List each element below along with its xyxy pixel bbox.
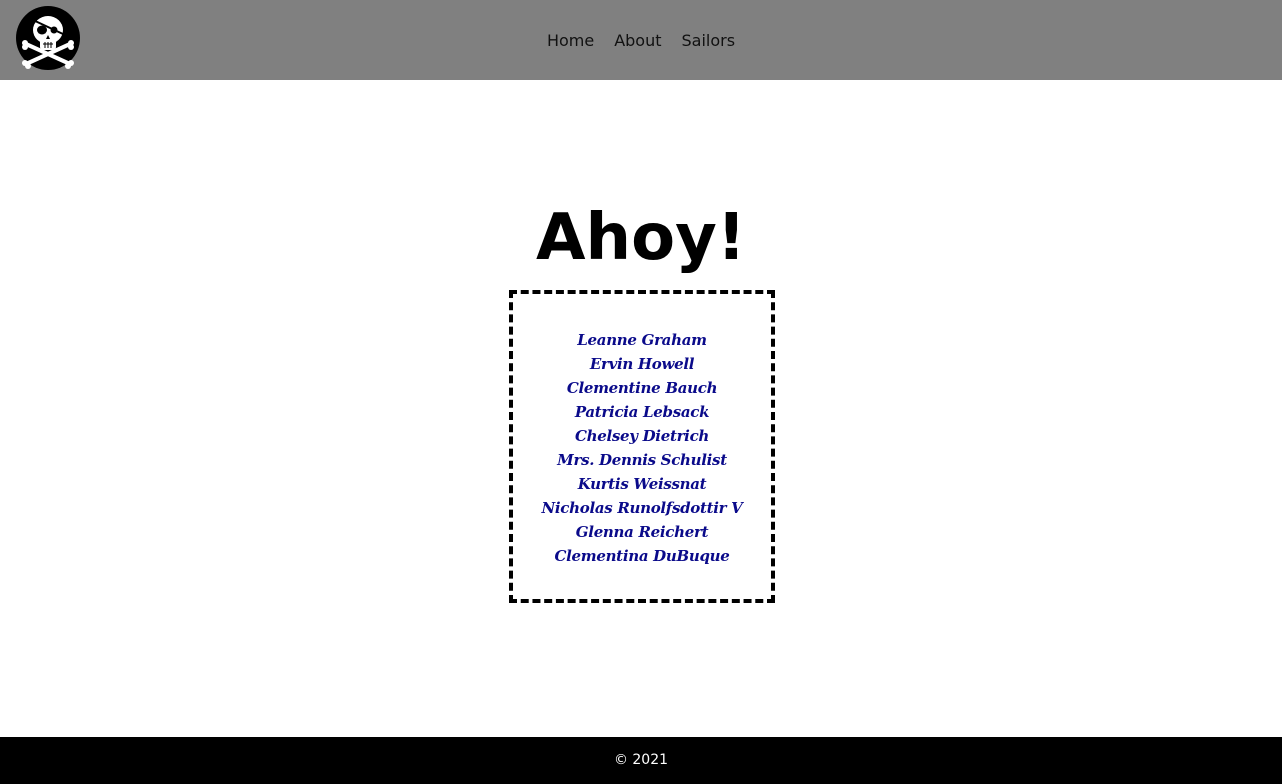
sailor-name: Leanne Graham (577, 331, 707, 349)
sailor-name: Mrs. Dennis Schulist (557, 451, 727, 469)
main-nav: Home About Sailors (0, 0, 1282, 80)
sailor-name: Kurtis Weissnat (577, 475, 707, 493)
main-content: Ahoy! Leanne Graham Ervin Howell Clement… (0, 80, 1282, 736)
sailor-name: Nicholas Runolfsdottir V (541, 499, 743, 517)
nav-link-sailors[interactable]: Sailors (682, 31, 736, 50)
sailor-name: Clementina DuBuque (554, 547, 730, 565)
copyright-text: © 2021 (613, 752, 669, 768)
sailor-name: Ervin Howell (589, 355, 695, 373)
nav-link-home[interactable]: Home (547, 31, 594, 50)
sailor-name: Patricia Lebsack (574, 403, 710, 421)
sailor-list-box: Leanne Graham Ervin Howell Clementine Ba… (509, 290, 775, 603)
sailor-name: Clementine Bauch (566, 379, 718, 397)
page-title: Ahoy! (536, 201, 746, 275)
sailor-name: Glenna Reichert (575, 523, 709, 541)
top-navbar: Home About Sailors (0, 0, 1282, 80)
nav-link-about[interactable]: About (614, 31, 661, 50)
sailor-name: Chelsey Dietrich (574, 427, 710, 445)
page-footer: © 2021 (0, 737, 1282, 784)
sailor-list: Leanne Graham Ervin Howell Clementine Ba… (513, 328, 771, 568)
